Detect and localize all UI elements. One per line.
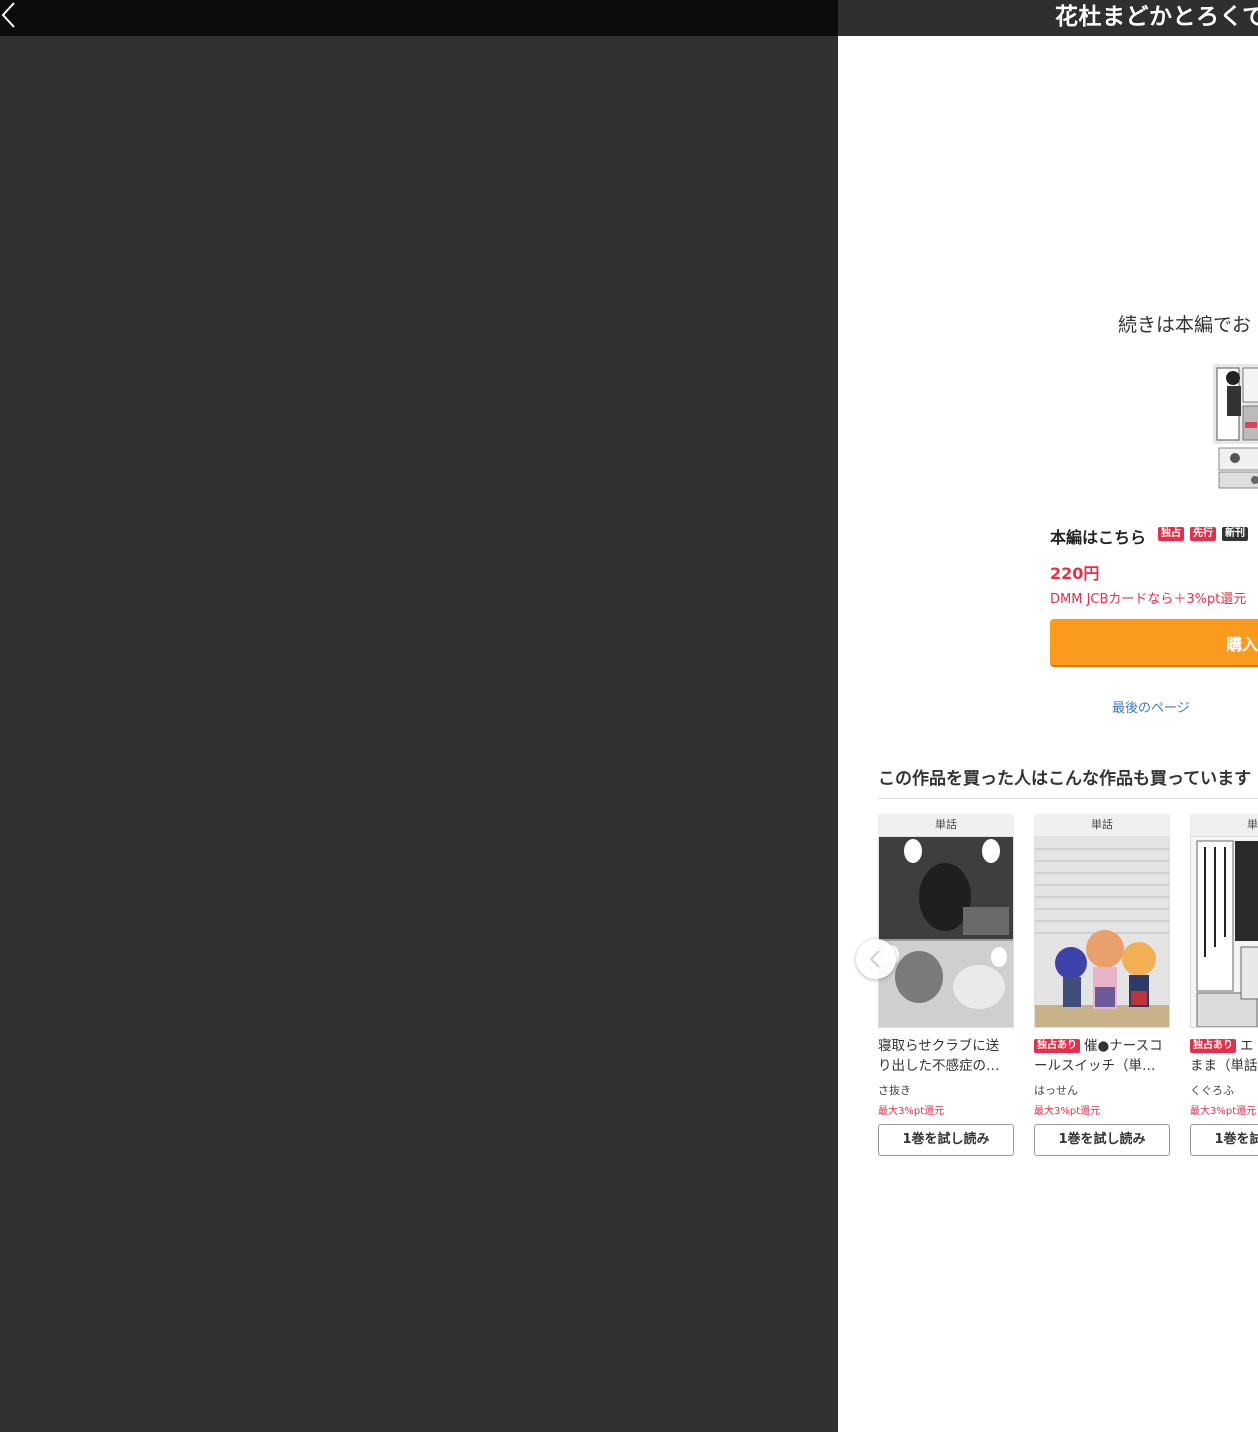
card-title[interactable]: 寝取らせクラブに送 り出した不感症の… <box>878 1036 1014 1076</box>
main-volume-cover[interactable] <box>1213 364 1258 490</box>
card-point-rate: 最大3%pt還元 <box>1034 1106 1101 1117</box>
carousel-prev-button[interactable] <box>856 939 896 979</box>
card-title-line: り出した不感症の… <box>878 1058 1000 1074</box>
recommend-heading: この作品を買った人はこんな作品も買っています <box>878 769 1252 789</box>
buy-button[interactable]: 購入 <box>1050 619 1258 667</box>
trial-read-button[interactable]: 1巻を試し読み <box>878 1124 1014 1156</box>
card-kind-label: 単話 <box>1034 814 1170 836</box>
trial-read-button[interactable]: 1巻を試し読み <box>1190 1124 1258 1156</box>
viewer-page-area[interactable] <box>0 36 838 1432</box>
card-title-line: まま（単話 <box>1190 1058 1258 1074</box>
card-title[interactable]: 独占ありエ まま（単話 <box>1190 1036 1258 1076</box>
chevron-left-icon <box>869 950 880 968</box>
card-title-line: 寝取らせクラブに送 <box>878 1038 1000 1054</box>
card-cover[interactable] <box>1034 836 1170 1028</box>
card-point-rate: 最大3%pt還元 <box>1190 1106 1257 1117</box>
card-cover[interactable] <box>878 836 1014 1028</box>
last-page-link[interactable]: 最後のページ <box>1112 697 1190 716</box>
title-bar: 花杜まどかとろくで <box>838 0 1258 36</box>
card-kind-label: 単話 <box>1190 814 1258 836</box>
new-release-tag: 新刊 <box>1222 527 1248 541</box>
early-release-tag: 先行 <box>1190 527 1216 541</box>
exclusive-badge: 独占あり <box>1034 1039 1080 1053</box>
card-author[interactable]: はっせん <box>1034 1082 1078 1098</box>
end-page-panel: 続きは本編でお 本編はこちら 独占 先行 新刊 220円 DMM JCBカードな… <box>838 36 1258 1432</box>
exclusive-badge: 独占あり <box>1190 1039 1236 1053</box>
chevron-left-icon <box>1 2 15 28</box>
card-title-line: ールスイッチ（単… <box>1034 1058 1156 1074</box>
exclusive-tag: 独占 <box>1158 527 1184 541</box>
viewer-top-bar <box>0 0 838 36</box>
card-title-line: エ <box>1240 1038 1254 1054</box>
back-button[interactable] <box>0 0 30 36</box>
campaign-text[interactable]: DMM JCBカードなら＋3%pt還元 <box>1050 588 1246 607</box>
card-cover[interactable] <box>1190 836 1258 1028</box>
main-volume-label: 本編はこちら <box>1050 528 1147 547</box>
card-kind-label: 単話 <box>878 814 1014 836</box>
card-point-rate: 最大3%pt還元 <box>878 1106 945 1117</box>
price: 220円 <box>1050 564 1100 583</box>
trial-read-button[interactable]: 1巻を試し読み <box>1034 1124 1170 1156</box>
series-title: 花杜まどかとろくで <box>1055 4 1258 30</box>
buy-button-label: 購入 <box>1226 635 1258 654</box>
card-author[interactable]: さ抜き <box>878 1082 911 1098</box>
continue-message: 続きは本編でお <box>1118 314 1252 336</box>
card-title[interactable]: 独占あり 催●ナースコ ールスイッチ（単… <box>1034 1036 1170 1076</box>
card-title-line: 催●ナースコ <box>1084 1038 1163 1054</box>
divider <box>878 798 1258 799</box>
card-author[interactable]: くぐろふ <box>1190 1082 1234 1098</box>
